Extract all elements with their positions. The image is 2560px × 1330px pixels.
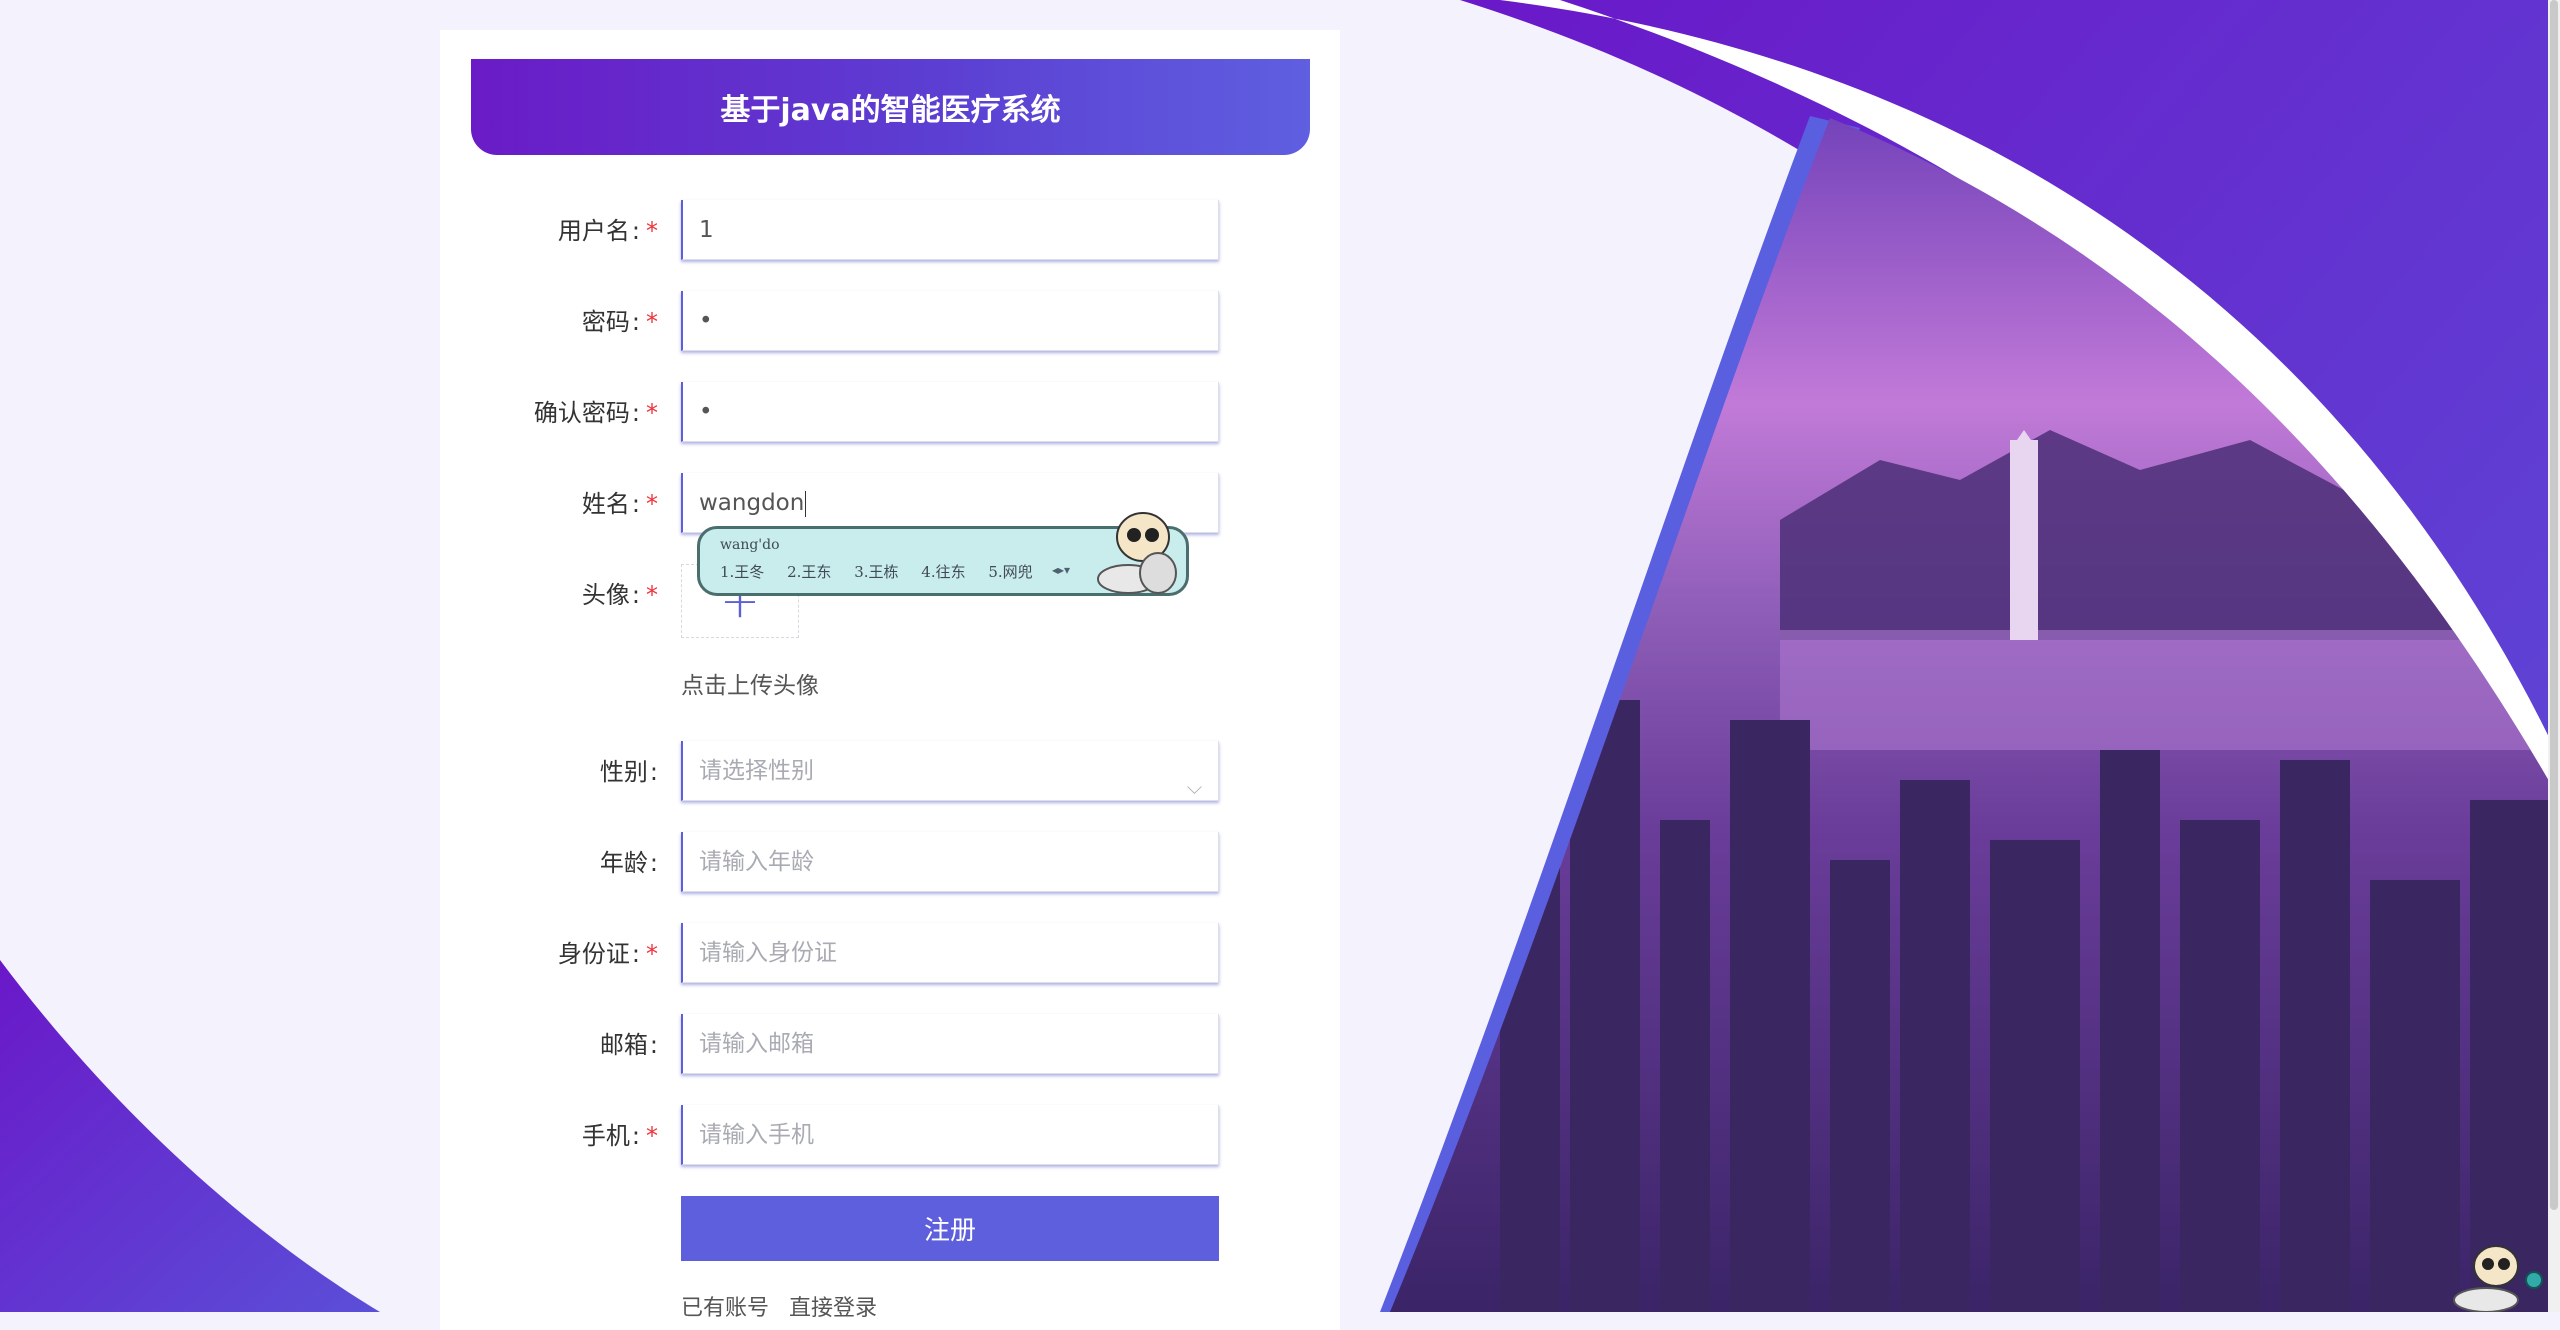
form-row-age: 年龄: 请输入年龄 xyxy=(440,832,1340,894)
register-button[interactable]: 注册 xyxy=(681,1196,1219,1261)
form-row-id-card: 身份证: * 请输入身份证 xyxy=(440,923,1340,985)
login-link-row: 已有账号 直接登录 xyxy=(681,1290,877,1322)
required-mark: * xyxy=(646,217,658,245)
phone-label: 手机: * xyxy=(581,1122,658,1150)
form-row-gender: 性别: 请选择性别 ⌵ xyxy=(440,741,1340,803)
ime-candidate[interactable]: 2.王东 xyxy=(787,563,831,581)
required-mark: * xyxy=(646,1122,658,1150)
text-caret xyxy=(805,490,807,517)
username-label: 用户名: * xyxy=(557,217,658,245)
confirm-password-input[interactable]: • xyxy=(681,382,1219,442)
ime-mascot-icon xyxy=(1097,512,1177,594)
form-row-phone: 手机: * 请输入手机 xyxy=(440,1105,1340,1167)
scrollbar-thumb[interactable] xyxy=(2550,0,2558,1210)
email-input[interactable]: 请输入邮箱 xyxy=(681,1014,1219,1074)
ime-page-arrows-icon[interactable]: ◂▸▾ xyxy=(1052,563,1070,577)
ime-candidate[interactable]: 4.往东 xyxy=(921,563,965,581)
avatar-label: 头像: * xyxy=(581,581,658,609)
required-mark: * xyxy=(646,940,658,968)
form-row-password: 密码: * • xyxy=(440,291,1340,353)
ime-candidates: 1.王冬 2.王东 3.王栋 4.往东 5.网兜 xyxy=(720,561,1051,582)
id-card-label: 身份证: * xyxy=(557,940,658,968)
gender-select[interactable]: 请选择性别 ⌵ xyxy=(681,741,1219,801)
confirm-password-label: 确认密码: * xyxy=(533,399,658,427)
id-card-input[interactable]: 请输入身份证 xyxy=(681,923,1219,983)
login-prefix: 已有账号 xyxy=(681,1296,770,1321)
ime-candidate[interactable]: 1.王冬 xyxy=(720,563,764,581)
login-link[interactable]: 直接登录 xyxy=(789,1296,877,1321)
form-row-confirm-password: 确认密码: * • xyxy=(440,382,1340,444)
age-input[interactable]: 请输入年龄 xyxy=(681,832,1219,892)
username-input[interactable]: 1 xyxy=(681,200,1219,260)
age-label: 年龄: xyxy=(599,849,658,877)
password-label: 密码: * xyxy=(581,308,658,336)
page-title: 基于java的智能医疗系统 xyxy=(471,59,1310,155)
required-mark: * xyxy=(646,308,658,336)
password-input[interactable]: • xyxy=(681,291,1219,351)
ime-pinyin: wang'do xyxy=(720,537,780,553)
phone-input[interactable]: 请输入手机 xyxy=(681,1105,1219,1165)
corner-mascot-icon xyxy=(2453,1245,2543,1312)
gender-label: 性别: xyxy=(599,758,658,786)
form-row-username: 用户名: * 1 xyxy=(440,200,1340,262)
email-label: 邮箱: xyxy=(599,1031,658,1059)
page-scrollbar[interactable] xyxy=(2548,0,2560,1312)
form-row-email: 邮箱: 请输入邮箱 xyxy=(440,1014,1340,1076)
name-label: 姓名: * xyxy=(581,490,658,518)
ime-candidate[interactable]: 3.王栋 xyxy=(854,563,898,581)
ime-candidate-window: wang'do 1.王冬 2.王东 3.王栋 4.往东 5.网兜 ◂▸▾ xyxy=(697,512,1189,596)
required-mark: * xyxy=(646,581,658,609)
required-mark: * xyxy=(646,490,658,518)
avatar-upload-hint[interactable]: 点击上传头像 xyxy=(681,666,819,700)
ime-candidate[interactable]: 5.网兜 xyxy=(988,563,1032,581)
required-mark: * xyxy=(646,399,658,427)
chevron-down-icon: ⌵ xyxy=(1186,775,1202,799)
